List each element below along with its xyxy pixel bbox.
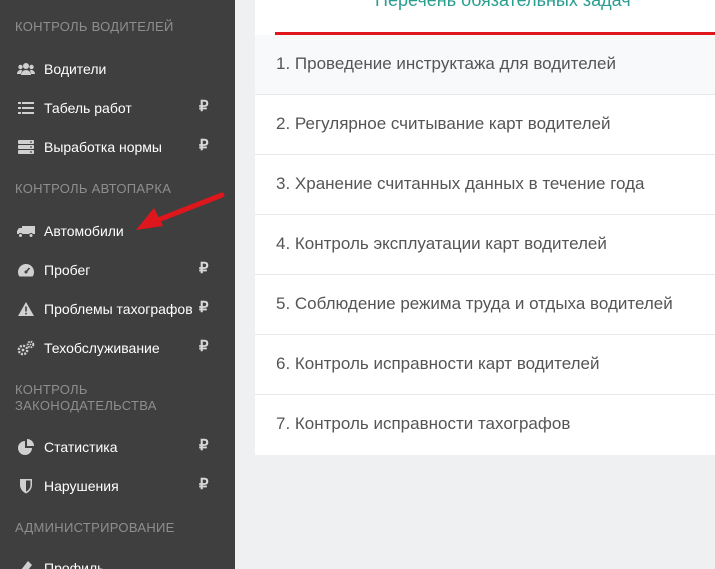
section-title-fleet: КОНТРОЛЬ АВТОПАРКА bbox=[15, 181, 172, 196]
ruble-icon: ₽ bbox=[199, 98, 209, 115]
sidebar-item-cars[interactable]: Автомобили bbox=[0, 216, 235, 246]
panel-title: Перечень обязательных задач bbox=[375, 0, 631, 10]
task-row[interactable]: 1. Проведение инструктажа для водителей bbox=[255, 35, 715, 94]
sidebar-item-maintenance[interactable]: Техобслуживание ₽ bbox=[0, 333, 235, 363]
task-row[interactable]: 3. Хранение считанных данных в течение г… bbox=[255, 154, 715, 213]
ruble-icon: ₽ bbox=[199, 137, 209, 154]
ruble-icon: ₽ bbox=[199, 437, 209, 454]
ruble-icon: ₽ bbox=[199, 299, 209, 316]
task-text: 5. Соблюдение режима труда и отдыха води… bbox=[276, 294, 673, 313]
task-row[interactable]: 5. Соблюдение режима труда и отдыха води… bbox=[255, 274, 715, 333]
task-text: 1. Проведение инструктажа для водителей bbox=[276, 54, 617, 73]
sidebar-item-label: Водители bbox=[44, 61, 107, 77]
task-text: 2. Регулярное считывание карт водителей bbox=[276, 114, 611, 133]
task-text: 6. Контроль исправности карт водителей bbox=[276, 354, 600, 373]
sidebar-item-label: Автомобили bbox=[44, 223, 124, 239]
sidebar-item-statistics[interactable]: Статистика ₽ bbox=[0, 432, 235, 462]
task-text: 4. Контроль эксплуатации карт водителей bbox=[276, 234, 607, 253]
warning-icon bbox=[17, 300, 35, 318]
profile-icon bbox=[17, 559, 35, 569]
sidebar-item-drivers[interactable]: Водители bbox=[0, 54, 235, 84]
section-title-legislation: КОНТРОЛЬ ЗАКОНОДАТЕЛЬСТВА bbox=[15, 382, 157, 413]
sidebar-item-violations[interactable]: Нарушения ₽ bbox=[0, 471, 235, 501]
server-icon bbox=[17, 138, 35, 156]
task-text: 7. Контроль исправности тахографов bbox=[276, 414, 571, 433]
sidebar-item-label: Табель работ bbox=[44, 100, 132, 116]
sidebar-item-tachograph-problems[interactable]: Проблемы тахографов ₽ bbox=[0, 294, 235, 324]
truck-icon bbox=[17, 222, 35, 240]
ruble-icon: ₽ bbox=[199, 338, 209, 355]
section-title-admin: АДМИНИСТРИРОВАНИЕ bbox=[15, 520, 175, 535]
task-row[interactable]: 6. Контроль исправности карт водителей bbox=[255, 334, 715, 393]
task-row[interactable]: 7. Контроль исправности тахографов bbox=[255, 394, 715, 453]
task-row[interactable]: 2. Регулярное считывание карт водителей bbox=[255, 94, 715, 153]
users-icon bbox=[17, 60, 35, 78]
sidebar-item-label: Выработка нормы bbox=[44, 139, 162, 155]
sidebar-item-output[interactable]: Выработка нормы ₽ bbox=[0, 132, 235, 162]
section-title-drivers: КОНТРОЛЬ ВОДИТЕЛЕЙ bbox=[15, 19, 174, 34]
sidebar-item-timesheet[interactable]: Табель работ ₽ bbox=[0, 93, 235, 123]
task-row[interactable]: 4. Контроль эксплуатации карт водителей bbox=[255, 214, 715, 273]
gears-icon bbox=[17, 339, 35, 357]
sidebar-item-label: Пробег bbox=[44, 262, 91, 278]
sidebar-item-mileage[interactable]: Пробег ₽ bbox=[0, 255, 235, 285]
ruble-icon: ₽ bbox=[199, 476, 209, 493]
sidebar-item-label: Профиль bbox=[44, 560, 105, 569]
pie-chart-icon bbox=[17, 438, 35, 456]
panel-header: Перечень обязательных задач bbox=[255, 0, 715, 35]
dashboard-icon bbox=[17, 261, 35, 279]
task-text: 3. Хранение считанных данных в течение г… bbox=[276, 174, 645, 193]
sidebar-item-label: Статистика bbox=[44, 439, 118, 455]
list-icon bbox=[17, 99, 35, 117]
sidebar: КОНТРОЛЬ ВОДИТЕЛЕЙ Водители Табель работ… bbox=[0, 0, 235, 569]
sidebar-item-label: Нарушения bbox=[44, 478, 119, 494]
ruble-icon: ₽ bbox=[199, 260, 209, 277]
sidebar-item-profile[interactable]: Профиль bbox=[0, 553, 235, 569]
tasks-panel: Перечень обязательных задач 1. Проведени… bbox=[255, 0, 715, 455]
shield-icon bbox=[17, 477, 35, 495]
sidebar-item-label: Проблемы тахографов bbox=[44, 301, 193, 317]
sidebar-item-label: Техобслуживание bbox=[44, 340, 160, 356]
